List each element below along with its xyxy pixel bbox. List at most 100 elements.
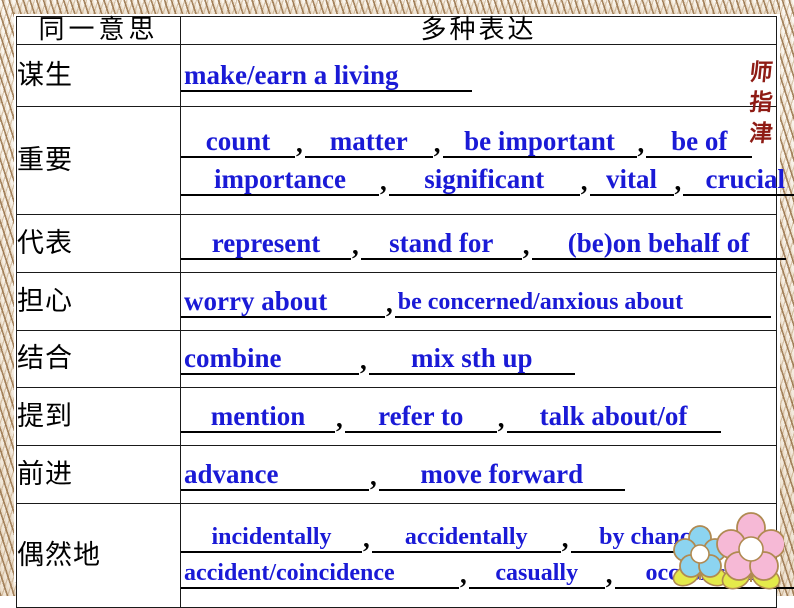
meaning-cell: 谋生	[17, 45, 181, 107]
expression-separator: ,	[605, 559, 615, 589]
expression-line: count,matter,be important,be of	[181, 126, 776, 158]
expression-blank: incidentally	[181, 524, 362, 553]
expression-separator: ,	[295, 128, 305, 158]
expression-blank: importance	[181, 164, 379, 196]
table-row: 重要count,matter,be important,be ofimporta…	[17, 107, 777, 215]
meaning-label: 代表	[17, 228, 73, 259]
meaning-cell: 偶然地	[17, 504, 181, 608]
expression-separator: ,	[359, 345, 369, 375]
expressions-cell: combine,mix sth up	[181, 331, 777, 388]
expression-line: represent,stand for,(be)on behalf of	[181, 228, 776, 260]
expression-blank: vital	[590, 164, 674, 196]
expression-line-group: represent,stand for,(be)on behalf of	[181, 228, 776, 260]
expression-separator: ,	[522, 230, 532, 260]
expression-line: incidentally,accidentally,by chance/	[181, 523, 776, 553]
expression-separator: ,	[674, 166, 684, 196]
expressions-cell: advance,move forward	[181, 446, 777, 504]
decorative-border-top	[0, 0, 794, 14]
expression-line: mention,refer to,talk about/of	[181, 401, 776, 433]
table-header-row: 同一意思 多种表达	[17, 17, 777, 45]
expressions-cell: represent,stand for,(be)on behalf of	[181, 215, 777, 273]
expression-separator: ,	[561, 523, 571, 553]
expression-separator: ,	[459, 559, 469, 589]
header-cell-expressions: 多种表达	[181, 17, 777, 45]
header-cell-meaning: 同一意思	[17, 17, 181, 45]
expression-blank: (be)on behalf of	[532, 228, 786, 260]
expression-blank: accident/coincidence	[181, 560, 459, 589]
expression-blank: make/earn a living	[181, 60, 472, 92]
expression-line: combine,mix sth up	[181, 343, 776, 375]
expression-separator: ,	[433, 128, 443, 158]
expression-blank: by chance/	[571, 524, 737, 553]
expression-separator: ,	[497, 403, 507, 433]
expression-blank: count	[181, 126, 295, 158]
expression-line: advance,move forward	[181, 459, 776, 491]
expression-blank: move forward	[379, 459, 625, 491]
slide-canvas: 同一意思 多种表达 谋生make/earn a living重要count,ma…	[0, 0, 794, 596]
expression-blank: accidentally	[372, 524, 561, 553]
expression-blank: refer to	[345, 401, 497, 433]
expression-line-group: count,matter,be important,be ofimportanc…	[181, 126, 776, 196]
table-row: 代表 represent,stand for,(be)on behalf of	[17, 215, 777, 273]
expression-line: make/earn a living	[181, 60, 776, 92]
meaning-cell: 代表	[17, 215, 181, 273]
meaning-cell: 重要	[17, 107, 181, 215]
expressions-cell: incidentally,accidentally,by chance/acci…	[181, 504, 777, 608]
expression-separator: ,	[351, 230, 361, 260]
expression-line-group: worry about,be concerned/anxious about	[181, 286, 776, 318]
meaning-label: 提到	[17, 401, 73, 432]
meaning-cell: 担心	[17, 273, 181, 331]
meaning-label: 担心	[17, 286, 73, 317]
expression-line-group: make/earn a living	[181, 60, 776, 92]
table-row: 担心 worry about,be concerned/anxious about	[17, 273, 777, 331]
expression-blank: represent	[181, 228, 351, 260]
expression-line-group: advance,move forward	[181, 459, 776, 491]
expressions-cell: worry about,be concerned/anxious about	[181, 273, 777, 331]
expression-blank: occasionally	[615, 560, 794, 589]
decorative-border-right	[780, 0, 794, 596]
expression-blank: be of	[646, 126, 752, 158]
expression-blank: mix sth up	[369, 343, 575, 375]
expression-line-group: incidentally,accidentally,by chance/acci…	[181, 523, 776, 589]
expression-blank: advance	[181, 459, 369, 491]
expression-blank: worry about	[181, 286, 385, 318]
meaning-label: 重要	[17, 145, 73, 176]
meaning-cell: 提到	[17, 388, 181, 446]
expression-blank: talk about/of	[507, 401, 721, 433]
table-row: 偶然地incidentally,accidentally,by chance/a…	[17, 504, 777, 608]
meaning-cell: 结合	[17, 331, 181, 388]
expression-blank: be concerned/anxious about	[395, 289, 771, 318]
table-row: 结合 combine,mix sth up	[17, 331, 777, 388]
expression-line: worry about,be concerned/anxious about	[181, 286, 776, 318]
expression-line-group: mention,refer to,talk about/of	[181, 401, 776, 433]
expression-blank: be important	[443, 126, 637, 158]
expressions-cell: count,matter,be important,be ofimportanc…	[181, 107, 777, 215]
table-row: 谋生 make/earn a living	[17, 45, 777, 107]
expression-blank: mention	[181, 401, 335, 433]
expression-line: importance,significant,vital,crucial	[181, 164, 776, 196]
expression-separator: ,	[369, 461, 379, 491]
vocabulary-table: 同一意思 多种表达 谋生make/earn a living重要count,ma…	[16, 16, 777, 608]
expression-blank: crucial	[683, 164, 794, 196]
expression-blank: combine	[181, 343, 359, 375]
expression-separator: ,	[385, 288, 395, 318]
decorative-border-left	[0, 0, 14, 596]
expressions-cell: make/earn a living	[181, 45, 777, 107]
expression-line-group: combine,mix sth up	[181, 343, 776, 375]
table-body: 谋生make/earn a living重要count,matter,be im…	[17, 45, 777, 608]
expressions-cell: mention,refer to,talk about/of	[181, 388, 777, 446]
meaning-label: 偶然地	[17, 540, 101, 571]
table-row: 提到 mention,refer to,talk about/of	[17, 388, 777, 446]
meaning-label: 结合	[17, 343, 73, 374]
expression-separator: ,	[637, 128, 647, 158]
header-label-meaning: 同一意思	[38, 15, 158, 45]
expression-blank: significant	[389, 164, 580, 196]
table-row: 前进advance,move forward	[17, 446, 777, 504]
meaning-label: 谋生	[17, 60, 73, 91]
expression-separator: ,	[362, 523, 372, 553]
expression-separator: ,	[379, 166, 389, 196]
expression-separator: ,	[580, 166, 590, 196]
meaning-cell: 前进	[17, 446, 181, 504]
expression-blank: matter	[305, 126, 433, 158]
expression-blank: stand for	[361, 228, 522, 260]
